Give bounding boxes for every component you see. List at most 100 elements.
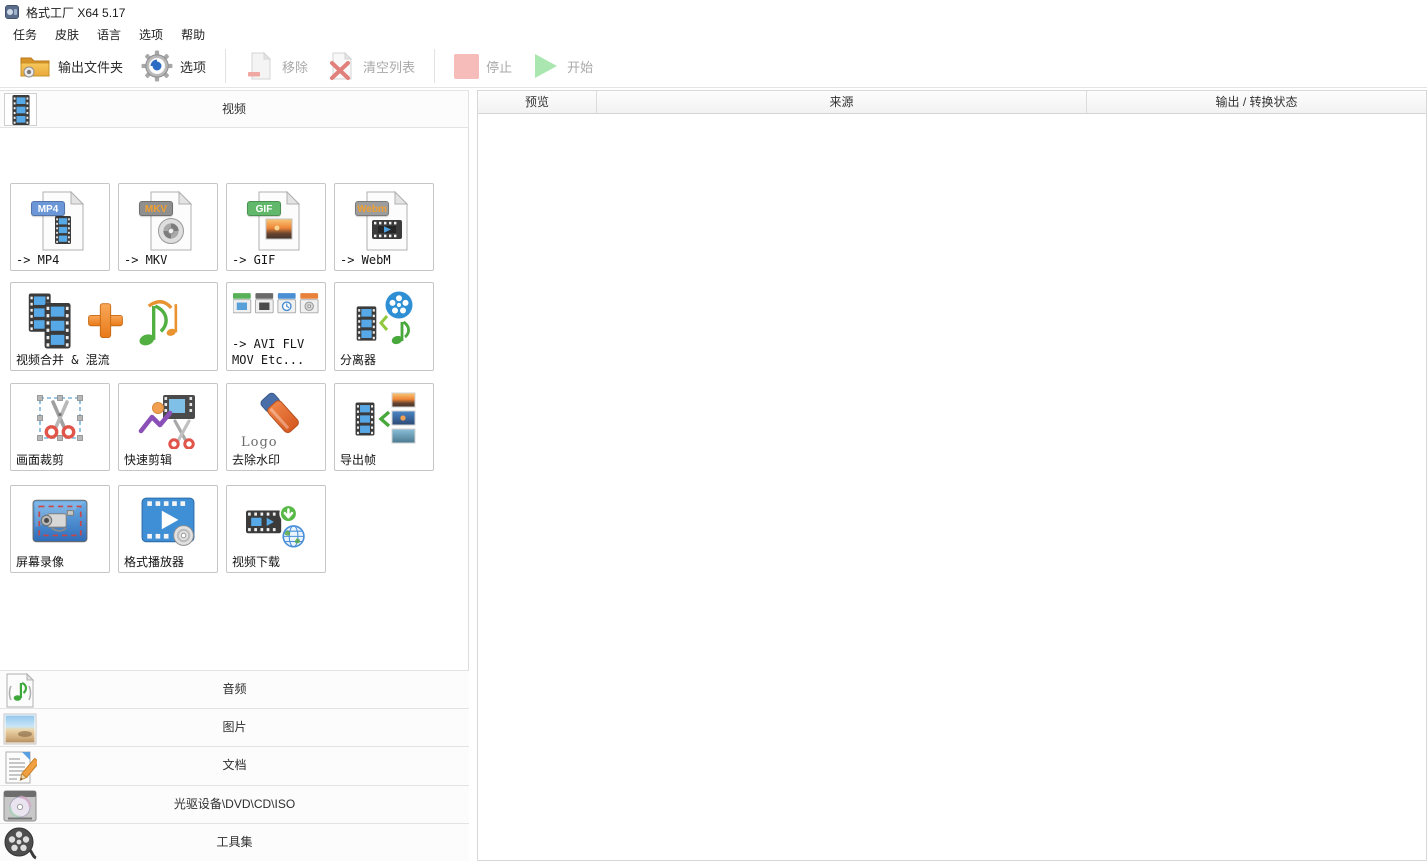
tile-format-player[interactable]: 格式播放器 (118, 485, 218, 573)
tile-remove-watermark[interactable]: Logo 去除水印 (226, 383, 326, 471)
player-icon (140, 496, 196, 548)
export-frames-icon (352, 391, 416, 447)
menu-language[interactable]: 语言 (88, 24, 130, 45)
tile-to-mkv[interactable]: MKV -> MKV (118, 183, 218, 271)
menu-tasks[interactable]: 任务 (4, 24, 46, 45)
start-button[interactable]: 开始 (521, 47, 602, 85)
tile-screen-record[interactable]: 屏幕录像 (10, 485, 110, 573)
stop-button[interactable]: 停止 (445, 47, 521, 85)
mkv-file-icon: MKV (139, 190, 197, 252)
video-film-icon (4, 93, 37, 126)
logo-watermark-text: Logo (241, 435, 278, 450)
toolbar: 输出文件夹 选项 移除 (0, 45, 1427, 88)
category-document[interactable]: 文档 (0, 746, 469, 784)
menu-help[interactable]: 帮助 (172, 24, 214, 45)
task-list-body[interactable] (478, 114, 1426, 860)
tile-label: 屏幕录像 (16, 554, 64, 570)
tile-video-merge-mux[interactable]: 视频合并 & 混流 (10, 282, 218, 371)
tile-label: 分离器 (340, 352, 376, 368)
category-video-header[interactable]: 视频 (0, 90, 469, 128)
toolbar-separator (225, 49, 226, 83)
remove-button[interactable]: 移除 (236, 47, 317, 85)
webm-file-icon: Webm (355, 190, 413, 252)
category-label: 图片 (0, 709, 469, 746)
quick-clip-icon (137, 393, 199, 449)
clear-list-button[interactable]: 清空列表 (317, 47, 424, 85)
play-icon (530, 51, 560, 81)
window-title: 格式工厂 X64 5.17 (26, 4, 125, 21)
category-audio[interactable]: 音频 (0, 670, 469, 708)
document-icon (3, 749, 37, 785)
toolbar-separator (434, 49, 435, 83)
tile-label: -> MKV (124, 252, 167, 268)
tile-label: 视频下载 (232, 554, 280, 570)
category-toolset[interactable]: 工具集 (0, 823, 469, 861)
gear-icon (141, 50, 173, 82)
output-folder-button[interactable]: 输出文件夹 (10, 47, 132, 85)
menu-skin[interactable]: 皮肤 (46, 24, 88, 45)
clear-list-label: 清空列表 (363, 57, 415, 76)
task-list-header: 预览 来源 输出 / 转换状态 (478, 91, 1426, 114)
mp4-file-icon: MP4 (31, 190, 89, 252)
tile-label: 快速剪辑 (124, 452, 172, 468)
app-icon (5, 5, 19, 19)
webm-badge: Webm (355, 201, 389, 216)
tile-label: 画面裁剪 (16, 452, 64, 468)
tile-export-frames[interactable]: 导出帧 (334, 383, 434, 471)
tile-label: 视频合并 & 混流 (16, 352, 110, 368)
tile-label: -> MP4 (16, 252, 59, 268)
crop-scissors-icon (32, 390, 88, 448)
disc-drive-icon (3, 790, 37, 822)
clear-list-icon (326, 51, 356, 81)
category-picture[interactable]: 图片 (0, 708, 469, 746)
tile-label: -> WebM (340, 252, 391, 268)
tile-to-avi-flv-mov[interactable]: -> AVI FLVMOV Etc... (226, 282, 326, 371)
options-button[interactable]: 选项 (132, 47, 215, 85)
stop-icon (454, 54, 479, 79)
category-label: 文档 (0, 747, 469, 784)
column-header-source[interactable]: 来源 (596, 91, 1086, 113)
column-header-preview[interactable]: 预览 (478, 91, 596, 113)
task-list-panel: 预览 来源 输出 / 转换状态 (477, 90, 1427, 861)
stop-label: 停止 (486, 57, 512, 76)
titlebar: 格式工厂 X64 5.17 (0, 0, 1427, 24)
video-header-label: 视频 (0, 91, 468, 127)
mkv-badge: MKV (139, 201, 173, 216)
tile-video-download[interactable]: 视频下载 (226, 485, 326, 573)
picture-icon (3, 713, 37, 745)
output-folder-label: 输出文件夹 (58, 57, 123, 76)
tile-to-mp4[interactable]: MP4 -> MP4 (10, 183, 110, 271)
column-header-output-status[interactable]: 输出 / 转换状态 (1086, 91, 1426, 113)
folder-icon (19, 53, 51, 79)
video-download-icon (246, 502, 306, 550)
tile-label: -> AVI FLVMOV Etc... (232, 336, 304, 368)
splitter-icon (351, 290, 417, 348)
screen-record-icon (31, 498, 89, 546)
tile-to-gif[interactable]: GIF -> GIF (226, 183, 326, 271)
tile-crop[interactable]: 画面裁剪 (10, 383, 110, 471)
category-label: 工具集 (0, 824, 469, 861)
category-accordion: 音频 图片 (0, 670, 469, 861)
tile-quick-clip[interactable]: 快速剪辑 (118, 383, 218, 471)
sidebar: 视频 MP4 -> MP4 (0, 90, 469, 861)
start-label: 开始 (567, 57, 593, 76)
tile-label: 去除水印 (232, 452, 280, 468)
category-optical-dvd-cd-iso[interactable]: 光驱设备\DVD\CD\ISO (0, 785, 469, 823)
multi-format-icon (233, 293, 319, 327)
music-note (138, 302, 177, 347)
menubar: 任务 皮肤 语言 选项 帮助 (0, 24, 1427, 45)
video-merge-icon (17, 291, 209, 353)
gif-badge: GIF (247, 201, 281, 216)
category-label: 光驱设备\DVD\CD\ISO (0, 786, 469, 823)
film-reel-icon (3, 826, 37, 860)
gif-file-icon: GIF (247, 190, 305, 252)
tile-label: 导出帧 (340, 452, 376, 468)
tile-label: -> GIF (232, 252, 275, 268)
tile-to-webm[interactable]: Webm -> WebM (334, 183, 434, 271)
audio-icon (3, 673, 37, 709)
mp4-badge: MP4 (31, 201, 65, 216)
menu-options[interactable]: 选项 (130, 24, 172, 45)
category-label: 音频 (0, 671, 469, 708)
remove-file-icon (245, 51, 275, 81)
tile-splitter[interactable]: 分离器 (334, 282, 434, 371)
